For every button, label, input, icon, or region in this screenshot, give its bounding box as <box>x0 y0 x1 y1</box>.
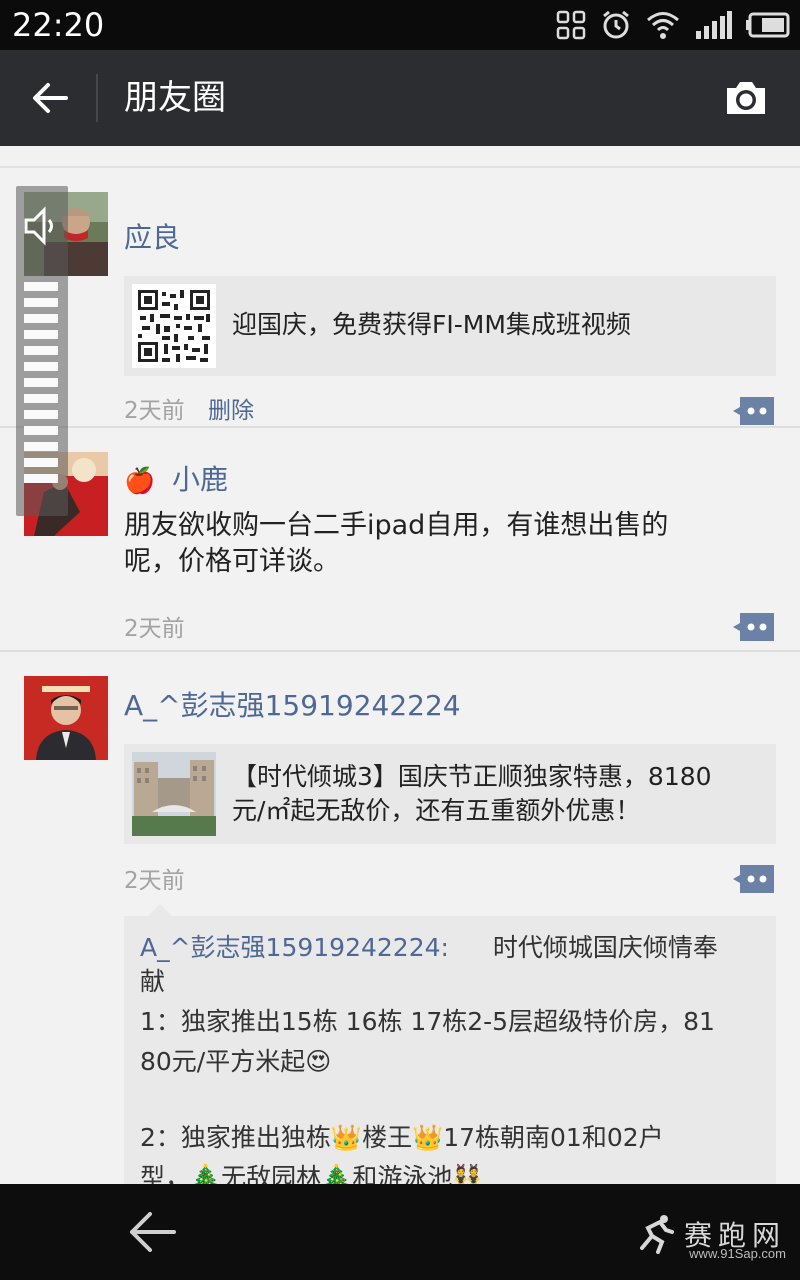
page-title: 朋友圈 <box>124 78 226 118</box>
volume-step <box>24 474 58 483</box>
link-card[interactable]: 迎国庆，免费获得FI-MM集成班视频 <box>124 276 776 376</box>
action-bar: 朋友圈 <box>0 50 800 146</box>
post-text: 朋友欲收购一台二手ipad自用，有谁想出售的 呢，价格可详谈。 <box>124 508 764 580</box>
link-title-line: 元/㎡起无敌价，还有五重额外优惠！ <box>232 796 641 825</box>
volume-step <box>24 378 58 387</box>
post-text-line: 朋友欲收购一台二手ipad自用，有谁想出售的 <box>124 510 669 541</box>
comment-text: 和游泳池 <box>352 1163 453 1184</box>
comment-line: 80元/平方米起😍 <box>140 1042 760 1082</box>
comment-text: 17栋朝南01和02户 <box>443 1123 664 1152</box>
status-bar: 22:20 <box>0 0 800 50</box>
comment-text: 2：独家推出独栋 <box>140 1123 331 1152</box>
link-title: 迎国庆，免费获得FI-MM集成班视频 <box>232 310 631 339</box>
moment-post: 应良 迎国庆，免费获得FI-MM集成班视频 2天前 删除 <box>0 168 800 428</box>
comment-text: 无敌园林 <box>221 1163 322 1184</box>
moment-post: A_^彭志强15919242224 【时代倾城3】国庆节正顺独家特惠，8180 … <box>0 652 800 1184</box>
apple-emoji: 🍎 <box>124 466 156 495</box>
volume-step <box>24 442 58 451</box>
christmas-tree-emoji: 🎄 <box>321 1163 353 1184</box>
comment-user[interactable]: A_^彭志强15919242224: <box>140 933 449 962</box>
comment-text: 80元/平方米起 <box>140 1047 306 1076</box>
comment-line: 1：独家推出15栋 16栋 17栋2-5层超级特价房，81 <box>140 1007 715 1036</box>
watermark: 赛跑网 www.91Sap.com <box>636 1214 786 1261</box>
wifi-icon <box>646 10 680 40</box>
post-author[interactable]: 应良 <box>124 220 180 256</box>
back-button[interactable] <box>20 68 80 128</box>
nav-back-button[interactable] <box>126 1206 178 1258</box>
action-bar-divider <box>96 74 98 122</box>
camera-button[interactable] <box>716 72 776 124</box>
volume-step <box>24 314 58 323</box>
comment-button[interactable] <box>732 863 776 895</box>
navigation-bar: 赛跑网 www.91Sap.com <box>0 1184 800 1280</box>
post-author-name: 小鹿 <box>172 463 229 496</box>
volume-step <box>24 410 58 419</box>
volume-step <box>24 426 58 435</box>
comment-line: 献 <box>140 967 166 996</box>
building-thumbnail <box>132 752 216 836</box>
moment-post: 🍎 小鹿 朋友欲收购一台二手ipad自用，有谁想出售的 呢，价格可详谈。 2天前 <box>0 428 800 652</box>
qr-code-thumbnail <box>132 284 216 368</box>
link-title-line: 【时代倾城3】国庆节正顺独家特惠，8180 <box>232 762 712 791</box>
watermark-url: www.91Sap.com <box>689 1246 786 1261</box>
comment-text: 型， <box>140 1163 191 1184</box>
runner-logo-icon <box>639 1215 674 1254</box>
volume-step <box>24 330 58 339</box>
comment-line: 2：独家推出独栋👑楼王👑17栋朝南01和02户 <box>140 1118 760 1158</box>
comment-bubble-icon <box>733 865 774 893</box>
arrow-left-icon <box>33 83 68 113</box>
crown-emoji: 👑 <box>330 1123 363 1152</box>
post-text-line: 呢，价格可详谈。 <box>124 546 340 577</box>
volume-step <box>24 298 58 307</box>
comment-pointer <box>148 904 172 916</box>
delete-link[interactable]: 删除 <box>208 396 254 426</box>
feed-top-spacer <box>0 146 800 168</box>
volume-step <box>24 362 58 371</box>
comment-text: 楼王 <box>362 1123 413 1152</box>
volume-step <box>24 394 58 403</box>
status-time: 22:20 <box>12 6 105 44</box>
alarm-icon <box>600 9 632 41</box>
volume-step <box>24 282 58 291</box>
comment-button[interactable] <box>732 395 776 427</box>
post-time: 2天前 <box>124 616 185 642</box>
comment-bubble-icon <box>733 613 774 641</box>
post-author[interactable]: 🍎 小鹿 <box>124 462 228 499</box>
screen-cast-icon <box>556 10 586 40</box>
camera-icon <box>727 82 765 114</box>
dancers-emoji: 👯 <box>452 1163 484 1184</box>
link-title: 【时代倾城3】国庆节正顺独家特惠，8180 元/㎡起无敌价，还有五重额外优惠！ <box>232 760 712 828</box>
comment-bubble-icon <box>733 397 774 425</box>
comment-button[interactable] <box>732 611 776 643</box>
post-time: 2天前 <box>124 868 185 894</box>
battery-icon <box>746 12 790 38</box>
volume-step <box>24 458 58 467</box>
volume-slider[interactable] <box>16 186 68 516</box>
avatar[interactable] <box>24 676 108 760</box>
speaker-icon <box>24 206 53 246</box>
comment-blank-line <box>140 1082 760 1118</box>
volume-step <box>24 346 58 355</box>
status-icons <box>556 8 790 42</box>
signal-icon <box>694 11 732 39</box>
comment-text: 时代倾城国庆倾情奉 <box>492 933 718 962</box>
post-time: 2天前 <box>124 398 185 424</box>
moments-feed[interactable]: 应良 迎国庆，免费获得FI-MM集成班视频 2天前 删除 🍎 小鹿 朋友欲收购一… <box>0 146 800 1184</box>
comment-line: 型，🎄无敌园林🎄和游泳池👯 <box>140 1158 760 1184</box>
comment-section: A_^彭志强15919242224: 时代倾城国庆倾情奉 献 1：独家推出15栋… <box>124 904 776 1184</box>
comment-line: A_^彭志强15919242224: 时代倾城国庆倾情奉 <box>140 928 760 968</box>
link-card[interactable]: 【时代倾城3】国庆节正顺独家特惠，8180 元/㎡起无敌价，还有五重额外优惠！ <box>124 744 776 844</box>
crown-emoji: 👑 <box>412 1123 444 1152</box>
post-author[interactable]: A_^彭志强15919242224 <box>124 688 461 724</box>
christmas-tree-emoji: 🎄 <box>190 1163 222 1184</box>
volume-level <box>24 282 58 490</box>
heart-eyes-emoji: 😍 <box>305 1047 332 1076</box>
arrow-left-icon <box>130 1212 176 1252</box>
